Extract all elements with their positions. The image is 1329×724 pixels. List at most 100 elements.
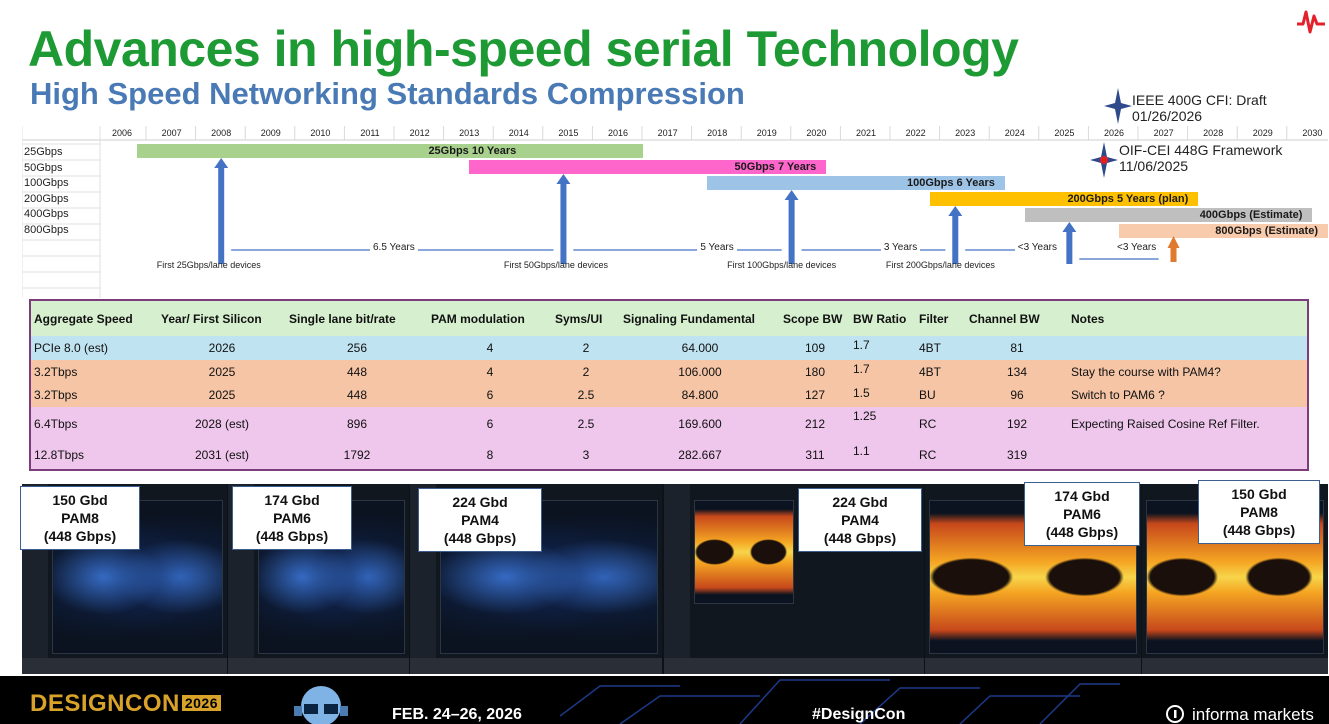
designcon-logo-text: DESIGNCON bbox=[30, 690, 180, 717]
ieee-note: IEEE 400G CFI: Draft 01/26/2026 bbox=[1132, 92, 1267, 124]
table-cell: 3.2Tbps bbox=[30, 383, 158, 408]
table-cell: 2 bbox=[552, 336, 620, 361]
eye-label-rate: (448 Gbps) bbox=[1222, 522, 1296, 538]
table-cell: 6 bbox=[428, 407, 552, 442]
keysight-logo-icon bbox=[1297, 10, 1325, 34]
eye-label-baud: 174 Gbd bbox=[1054, 488, 1110, 504]
table-cell: 169.600 bbox=[620, 407, 780, 442]
table-cell: 109 bbox=[780, 336, 850, 361]
table-cell: 448 bbox=[286, 360, 428, 384]
table-cell: 6 bbox=[428, 383, 552, 408]
col-header: Scope BW bbox=[780, 300, 850, 336]
table-cell: Switch to PAM6 ? bbox=[1068, 383, 1308, 408]
table-header-row: Aggregate Speed Year/ First Silicon Sing… bbox=[30, 300, 1308, 336]
table-cell: 3 bbox=[552, 441, 620, 470]
table-cell: 84.800 bbox=[620, 383, 780, 408]
table-cell: 2025 bbox=[158, 360, 286, 384]
table-cell: 2 bbox=[552, 360, 620, 384]
table-cell: RC bbox=[916, 441, 966, 470]
eye-label-rate: (448 Gbps) bbox=[1045, 524, 1119, 540]
table-cell: 311 bbox=[780, 441, 850, 470]
table-cell: PCIe 8.0 (est) bbox=[30, 336, 158, 361]
table-row: 6.4Tbps 2028 (est) 896 6 2.5 169.600 212 1.25 RC… bbox=[30, 407, 1308, 442]
col-header: Signaling Fundamental bbox=[620, 300, 780, 336]
eye-label: 150 Gbd PAM8 (448 Gbps) bbox=[20, 486, 140, 550]
eye-label-mod: PAM4 bbox=[461, 512, 499, 528]
table-row: 3.2Tbps 2025 448 6 2.5 84.800 127 1.5 BU 96 Switch… bbox=[30, 383, 1308, 408]
eye-label: 224 Gbd PAM4 (448 Gbps) bbox=[798, 488, 922, 552]
table-cell: 319 bbox=[966, 441, 1068, 470]
table-cell: 134 bbox=[966, 360, 1068, 384]
first-device-label: First 200Gbps/lane devices bbox=[885, 260, 995, 270]
eye-diagram-strip: 150 Gbd PAM8 (448 Gbps) 174 Gbd PAM6 (44… bbox=[20, 480, 1328, 674]
slide-subtitle: High Speed Networking Standards Compress… bbox=[30, 76, 745, 111]
table-cell: 6.4Tbps bbox=[30, 407, 158, 442]
table-cell: RC bbox=[916, 407, 966, 442]
gap-label: 3 Years bbox=[880, 242, 921, 253]
table-cell: 106.000 bbox=[620, 360, 780, 384]
spec-table: Aggregate Speed Year/ First Silicon Sing… bbox=[29, 299, 1309, 471]
eye-label: 150 Gbd PAM8 (448 Gbps) bbox=[1198, 480, 1320, 544]
table-cell: 2025 bbox=[158, 383, 286, 408]
organizer-name: informa markets bbox=[1192, 705, 1314, 724]
table-cell: 448 bbox=[286, 383, 428, 408]
col-header: Notes bbox=[1068, 300, 1308, 336]
eye-label-mod: PAM8 bbox=[1240, 504, 1278, 520]
table-cell: 96 bbox=[966, 383, 1068, 408]
table-cell: 1.25 bbox=[850, 407, 916, 442]
eye-label-baud: 150 Gbd bbox=[52, 492, 108, 508]
table-cell: 2028 (est) bbox=[158, 407, 286, 442]
table-cell: Stay the course with PAM4? bbox=[1068, 360, 1308, 384]
eye-label-mod: PAM6 bbox=[1063, 506, 1101, 522]
table-cell: 4BT bbox=[916, 336, 966, 361]
table-cell: 4 bbox=[428, 360, 552, 384]
table-cell: 180 bbox=[780, 360, 850, 384]
gap-label: 5 Years bbox=[697, 242, 737, 253]
table-cell: 1.1 bbox=[850, 441, 916, 470]
table-cell: 1.7 bbox=[850, 336, 916, 361]
table-row: PCIe 8.0 (est) 2026 256 4 2 64.000 109 1.7 4BT 81 bbox=[30, 336, 1308, 361]
table-cell: 1792 bbox=[286, 441, 428, 470]
gap-label: <3 Years bbox=[1014, 242, 1061, 253]
eye-label-baud: 150 Gbd bbox=[1231, 486, 1287, 502]
table-cell: Expecting Raised Cosine Ref Filter. bbox=[1068, 407, 1308, 442]
table-cell: 2031 (est) bbox=[158, 441, 286, 470]
eye-label-rate: (448 Gbps) bbox=[43, 528, 117, 544]
table-cell: 192 bbox=[966, 407, 1068, 442]
table-cell: 81 bbox=[966, 336, 1068, 361]
table-cell: 212 bbox=[780, 407, 850, 442]
table-cell: 1.5 bbox=[850, 383, 916, 408]
designcon-logo: DESIGNCON 2026 bbox=[30, 690, 222, 718]
eye-label: 224 Gbd PAM4 (448 Gbps) bbox=[418, 488, 542, 552]
eye-label-mod: PAM8 bbox=[61, 510, 99, 526]
table-cell: BU bbox=[916, 383, 966, 408]
table-cell: 4 bbox=[428, 336, 552, 361]
eye-label: 174 Gbd PAM6 (448 Gbps) bbox=[232, 486, 352, 550]
slide-title: Advances in high-speed serial Technology bbox=[28, 21, 1019, 77]
col-header: Aggregate Speed bbox=[30, 300, 158, 336]
table-cell: 256 bbox=[286, 336, 428, 361]
table-cell: 127 bbox=[780, 383, 850, 408]
table-cell: 282.667 bbox=[620, 441, 780, 470]
first-device-label: First 100Gbps/lane devices bbox=[727, 260, 837, 270]
col-header: PAM modulation bbox=[428, 300, 552, 336]
gap-label: <3 Years bbox=[1114, 242, 1160, 253]
table-cell: 64.000 bbox=[620, 336, 780, 361]
ieee-note-line2: 01/26/2026 bbox=[1132, 108, 1203, 124]
col-header: Single lane bit/rate bbox=[286, 300, 428, 336]
table-row: 12.8Tbps 2031 (est) 1792 8 3 282.667 311 1.1 RC 3… bbox=[30, 441, 1308, 470]
col-header: BW Ratio bbox=[850, 300, 916, 336]
event-hashtag: #DesignCon bbox=[812, 706, 906, 723]
eye-label-rate: (448 Gbps) bbox=[443, 530, 517, 546]
eye-label-rate: (448 Gbps) bbox=[823, 530, 897, 546]
eye-label-baud: 174 Gbd bbox=[264, 492, 320, 508]
eye-label: 174 Gbd PAM6 (448 Gbps) bbox=[1024, 482, 1140, 546]
table-cell: 2.5 bbox=[552, 383, 620, 408]
table-cell: 1.7 bbox=[850, 360, 916, 384]
table-cell: 8 bbox=[428, 441, 552, 470]
table-cell: 896 bbox=[286, 407, 428, 442]
eye-label-baud: 224 Gbd bbox=[452, 494, 508, 510]
first-device-label: First 50Gbps/lane devices bbox=[503, 260, 608, 270]
informa-logo-icon bbox=[1166, 705, 1184, 723]
table-cell: 4BT bbox=[916, 360, 966, 384]
